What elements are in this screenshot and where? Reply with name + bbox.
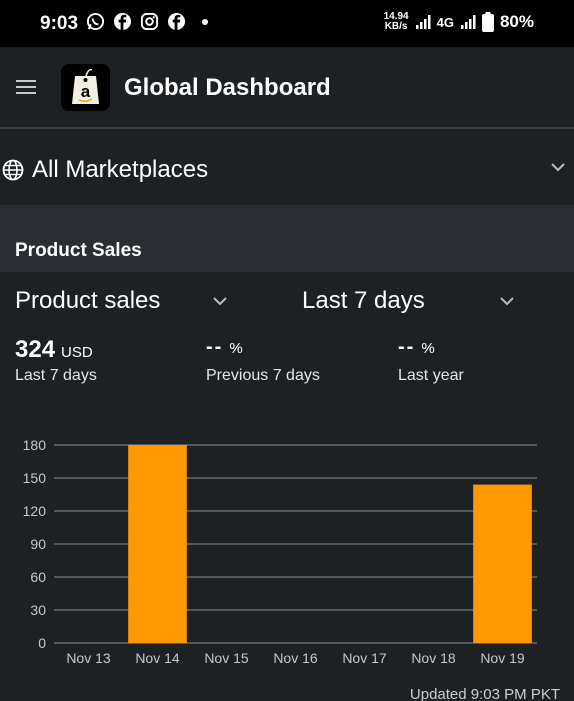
card-title: Product Sales bbox=[15, 240, 142, 261]
y-tick-label: 30 bbox=[30, 602, 46, 618]
battery-percent: 80% bbox=[499, 12, 534, 31]
more-notifications-dot bbox=[202, 18, 208, 25]
network-speed: 14.94 KB/s bbox=[384, 12, 409, 32]
globe-icon bbox=[2, 159, 24, 181]
page-title: Global Dashboard bbox=[124, 74, 331, 101]
whatsapp-icon bbox=[86, 12, 105, 31]
updated-timestamp: Updated 9:03 PM PKT bbox=[409, 686, 560, 701]
metric-unit: % bbox=[421, 340, 435, 357]
card-header: Product Sales bbox=[0, 232, 574, 272]
chevron-down-icon[interactable] bbox=[212, 295, 228, 307]
app-logo: a bbox=[61, 64, 110, 111]
network-speed-unit: KB/s bbox=[384, 21, 408, 32]
app-bar: a Global Dashboard bbox=[0, 47, 574, 128]
metric-value: -- bbox=[398, 336, 416, 358]
instagram-icon bbox=[140, 12, 159, 31]
y-tick-label: 0 bbox=[38, 635, 46, 651]
y-tick-label: 60 bbox=[30, 569, 46, 585]
sales-bar-chart: 0 30 60 90 120 150 180 Nov 13 Nov 14 Nov 15 Nov 16… bbox=[23, 437, 537, 666]
x-tick-label: Nov 13 bbox=[66, 650, 111, 666]
y-tick-label: 150 bbox=[23, 470, 47, 486]
facebook-icon bbox=[167, 12, 186, 31]
metric-caption: Last 7 days bbox=[15, 367, 97, 384]
bar-nov-19[interactable] bbox=[473, 484, 532, 643]
product-sales-card: Product Sales Product sales Last 7 days … bbox=[0, 232, 574, 701]
metric-unit: USD bbox=[61, 344, 93, 361]
y-tick-label: 90 bbox=[30, 536, 46, 552]
metric-last-year: -- % bbox=[398, 336, 435, 359]
signal-icon bbox=[460, 15, 476, 29]
metric-current: 324 USD bbox=[15, 336, 93, 364]
x-tick-label: Nov 16 bbox=[273, 650, 318, 666]
status-bar: 9:03 14.94 KB/s 4G 80% bbox=[0, 0, 574, 47]
battery-icon bbox=[481, 12, 494, 32]
x-tick-label: Nov 18 bbox=[411, 650, 456, 666]
y-tick-label: 180 bbox=[23, 437, 47, 453]
y-tick-label: 120 bbox=[23, 503, 47, 519]
period-dropdown[interactable]: Last 7 days bbox=[302, 287, 425, 315]
status-time: 9:03 bbox=[40, 13, 79, 34]
marketplace-label: All Marketplaces bbox=[32, 156, 209, 183]
metric-previous: -- % bbox=[206, 336, 243, 359]
chevron-down-icon bbox=[551, 163, 565, 172]
metric-value: 324 bbox=[15, 336, 56, 363]
app-logo-letter: a bbox=[81, 82, 91, 101]
x-tick-label: Nov 19 bbox=[480, 650, 525, 666]
signal-icon bbox=[415, 15, 431, 29]
x-tick-label: Nov 17 bbox=[342, 650, 387, 666]
menu-icon[interactable] bbox=[16, 78, 38, 96]
x-tick-label: Nov 14 bbox=[135, 650, 180, 666]
metric-caption: Last year bbox=[398, 367, 464, 384]
bar-nov-14[interactable] bbox=[128, 445, 187, 643]
metric-dropdown[interactable]: Product sales bbox=[15, 287, 160, 315]
metric-value: -- bbox=[206, 336, 224, 358]
network-type: 4G bbox=[436, 14, 454, 30]
notification-icons bbox=[86, 12, 208, 31]
marketplace-selector[interactable]: All Marketplaces bbox=[0, 129, 574, 205]
metric-caption: Previous 7 days bbox=[206, 367, 320, 384]
chevron-down-icon[interactable] bbox=[499, 295, 515, 307]
facebook-icon bbox=[113, 12, 132, 31]
section-separator bbox=[0, 205, 574, 232]
status-right: 14.94 KB/s 4G 80% bbox=[384, 12, 534, 32]
metric-unit: % bbox=[229, 340, 243, 357]
x-tick-label: Nov 15 bbox=[204, 650, 249, 666]
